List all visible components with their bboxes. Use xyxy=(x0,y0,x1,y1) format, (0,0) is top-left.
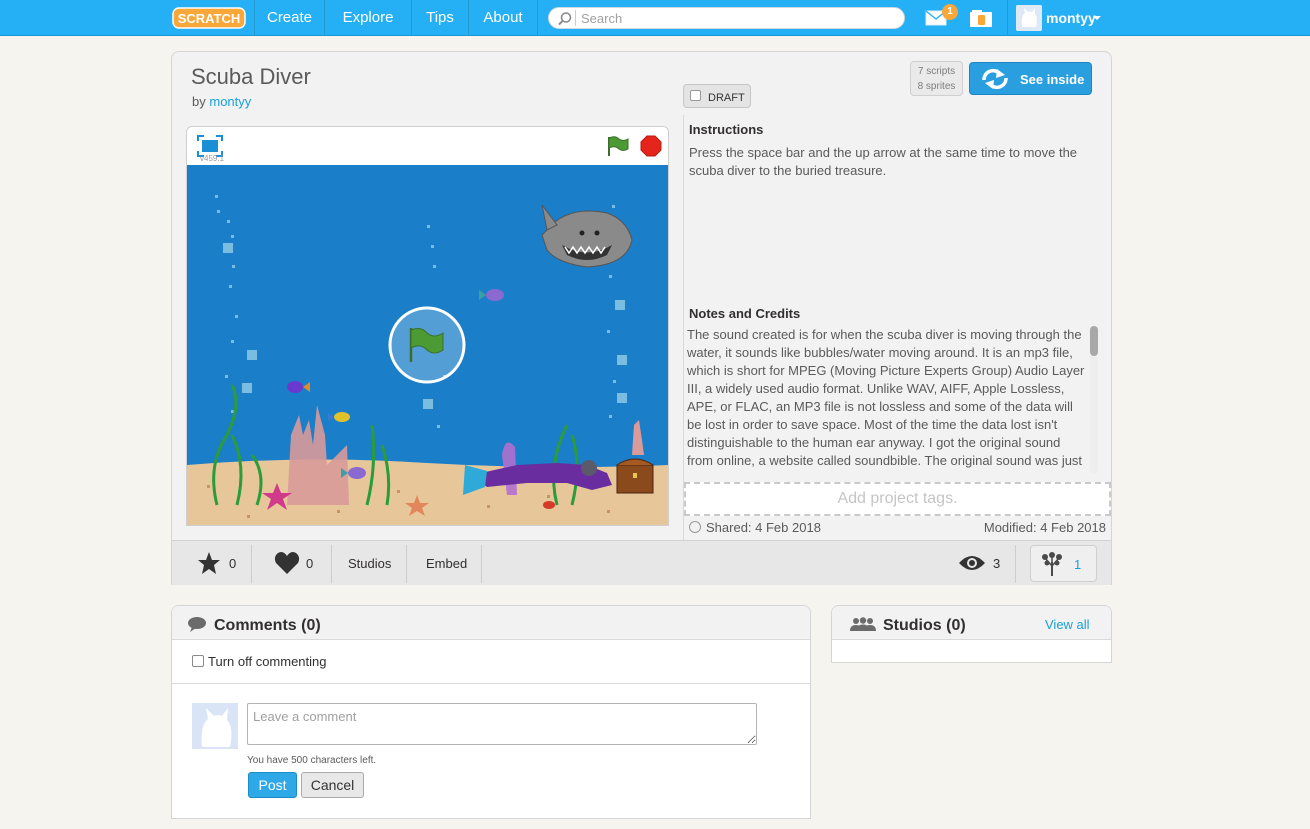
avatar xyxy=(192,703,238,749)
comments-title: Comments (0) xyxy=(214,617,321,634)
username: montyy xyxy=(1046,10,1096,26)
my-stuff-icon[interactable] xyxy=(969,9,993,28)
divider xyxy=(481,545,482,583)
cancel-button[interactable]: Cancel xyxy=(301,772,364,798)
tags-input[interactable]: Add project tags. xyxy=(684,482,1111,516)
notes-scrollbar-thumb[interactable] xyxy=(1090,326,1098,356)
messages-badge: 1 xyxy=(942,4,958,20)
star-icon xyxy=(198,552,220,574)
love-button[interactable]: 0 xyxy=(252,541,332,585)
embed-label: Embed xyxy=(426,556,468,571)
notes-text[interactable]: The sound created is for when the scuba … xyxy=(687,326,1087,470)
studios-button[interactable]: Studios xyxy=(332,541,407,585)
user-menu[interactable]: montyy xyxy=(1007,0,1110,36)
divider xyxy=(1015,545,1016,583)
scripts-count: 7 scripts xyxy=(917,66,956,77)
checkbox-icon[interactable] xyxy=(690,90,701,101)
project-title[interactable]: Scuba Diver xyxy=(191,64,311,90)
green-flag-icon[interactable] xyxy=(606,135,630,157)
author-link[interactable]: montyy xyxy=(209,94,251,109)
project-info: Instructions Press the space bar and the… xyxy=(683,115,1111,540)
divider xyxy=(172,683,810,684)
nav-about[interactable]: About xyxy=(468,0,538,36)
stop-icon[interactable] xyxy=(640,135,662,157)
shared-date: Shared: 4 Feb 2018 xyxy=(689,520,821,535)
search-box[interactable] xyxy=(548,7,905,29)
scratch-logo[interactable]: SCRATCH xyxy=(172,6,246,30)
turn-off-label: Turn off commenting xyxy=(208,654,327,669)
search-input[interactable] xyxy=(581,10,891,26)
favorite-button[interactable]: 0 xyxy=(172,541,252,585)
player-controls: v459.1 xyxy=(187,127,668,165)
shared-text: Shared: 4 Feb 2018 xyxy=(706,520,821,535)
avatar xyxy=(1016,5,1042,31)
love-count: 0 xyxy=(306,556,314,571)
byline: by montyy xyxy=(192,94,251,109)
remix-arrows-icon xyxy=(982,68,1008,90)
heart-icon xyxy=(274,552,300,574)
view-all-link[interactable]: View all xyxy=(1045,617,1090,632)
views-value: 3 xyxy=(993,556,1001,571)
chars-left: You have 500 characters left. xyxy=(247,755,377,766)
comments-panel: Comments (0) Turn off commenting You hav… xyxy=(171,605,811,819)
project-player: v459.1 xyxy=(186,126,669,526)
studios-title: Studios (0) xyxy=(883,617,966,634)
remix-tree-button[interactable]: 1 xyxy=(1030,545,1097,582)
studios-panel: Studios (0) View all xyxy=(831,605,1112,663)
project-stage[interactable] xyxy=(187,165,668,525)
nav-tips[interactable]: Tips xyxy=(411,0,468,36)
sprites-count: 8 sprites xyxy=(917,81,956,92)
see-inside-label: See inside xyxy=(1020,72,1085,87)
nav-explore[interactable]: Explore xyxy=(324,0,411,36)
draft-label: DRAFT xyxy=(708,92,745,104)
player-version: v459.1 xyxy=(200,154,225,163)
favorite-count: 0 xyxy=(229,556,237,571)
notes-heading: Notes and Credits xyxy=(689,306,801,321)
instructions-heading: Instructions xyxy=(689,122,764,137)
stats-bar: 0 0 Studios Embed 3 1 xyxy=(172,540,1111,585)
remix-count: 1 xyxy=(1074,557,1082,572)
eye-icon xyxy=(959,556,985,570)
studios-header: Studios (0) View all xyxy=(832,606,1111,640)
remix-tree-icon xyxy=(1042,552,1062,576)
modified-date: Modified: 4 Feb 2018 xyxy=(983,520,1106,535)
nav-create[interactable]: Create xyxy=(254,0,324,36)
search-icon xyxy=(558,12,572,26)
by-prefix: by xyxy=(192,94,206,109)
checkbox-icon[interactable] xyxy=(192,655,204,667)
comments-header: Comments (0) xyxy=(172,606,810,640)
project-counts: 7 scripts 8 sprites xyxy=(910,61,963,96)
studios-label: Studios xyxy=(348,556,392,571)
share-icon xyxy=(689,521,701,533)
chevron-down-icon xyxy=(1093,16,1101,20)
draft-checkbox[interactable]: DRAFT xyxy=(683,84,751,108)
svg-text:SCRATCH: SCRATCH xyxy=(178,11,241,26)
turn-off-commenting[interactable]: Turn off commenting xyxy=(192,654,327,669)
comment-input[interactable] xyxy=(247,703,757,745)
see-inside-button[interactable]: See inside xyxy=(969,62,1092,95)
project-box: Scuba Diver by montyy DRAFT 7 scripts 8 … xyxy=(171,51,1112,585)
people-icon xyxy=(850,617,876,631)
top-nav: SCRATCH Create Explore Tips About 1 mont… xyxy=(0,0,1310,36)
search-separator xyxy=(575,10,576,26)
embed-button[interactable]: Embed xyxy=(407,541,482,585)
post-button[interactable]: Post xyxy=(248,772,297,798)
instructions-text: Press the space bar and the up arrow at … xyxy=(689,145,1078,178)
speech-bubble-icon xyxy=(188,617,206,632)
